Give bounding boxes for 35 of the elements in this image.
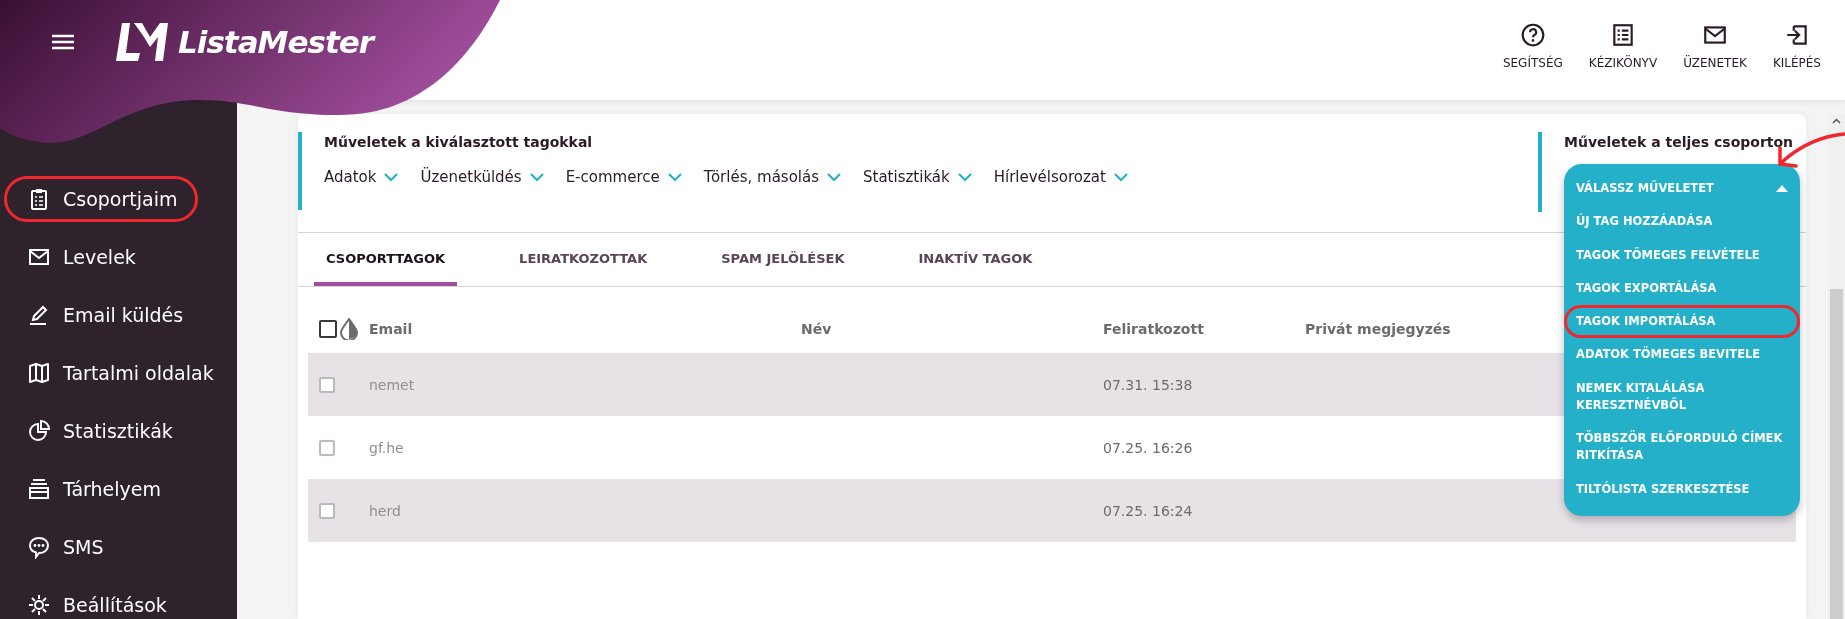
table-cell: nemet [368,353,800,416]
column-header: Név [801,321,832,337]
table-cell: 07.25. 16:24 [1102,479,1304,542]
table-cell: herd [368,479,800,542]
menu-dropdown[interactable]: Hírlevélsorozat [993,168,1128,186]
sidebar-item[interactable]: Email küldés [4,292,197,338]
column-header: Feliratkozott [1103,321,1204,337]
header-action-button[interactable]: KÉZIKÖNYV [1588,22,1658,100]
header-action-button[interactable]: KILÉPÉS [1772,22,1821,100]
menu-dropdown[interactable]: Törlés, másolás [703,168,841,186]
sidebar-item[interactable]: SMS [4,524,117,570]
menu-dropdown[interactable]: Adatok [324,168,399,186]
sidebar-item[interactable]: Levelek [4,234,149,280]
sidebar-item[interactable]: Tárhelyem [4,466,175,512]
tab[interactable]: SPAM JELÖLÉSEK [709,233,857,286]
menu-dropdown[interactable]: Üzenetküldés [420,168,544,186]
menu-dropdown[interactable]: Statisztikák [863,168,972,186]
brand-name: ListaMester [178,24,374,60]
tab[interactable]: LEIRATKOZOTTAK [507,233,660,286]
sidebar-item[interactable]: Tartalmi oldalak [4,350,227,396]
menu-dropdown[interactable]: E-commerce [565,168,682,186]
section-title: Műveletek a kiválasztott tagokkal [324,134,594,150]
table-cell: 07.25. 16:26 [1102,416,1304,479]
tab[interactable]: CSOPORTTAGOK [314,233,458,286]
table-cell: gf.he [368,416,800,479]
column-header: Email [369,321,413,337]
tab[interactable]: INAKTÍV TAGOK [906,233,1045,286]
sidebar-item[interactable]: Statisztikák [4,408,186,454]
header-action-button[interactable]: SEGÍTSÉG [1502,22,1563,100]
sidebar-item[interactable]: Csoportjaim [4,176,199,222]
table-cell: 07.31. 15:38 [1102,353,1304,416]
section-title: Műveletek a teljes csoporton [1564,134,1795,150]
sidebar-item[interactable]: Beállítások [4,582,180,619]
column-header: Privát megjegyzés [1305,321,1451,337]
header-action-button[interactable]: ÜZENETEK [1683,22,1747,100]
